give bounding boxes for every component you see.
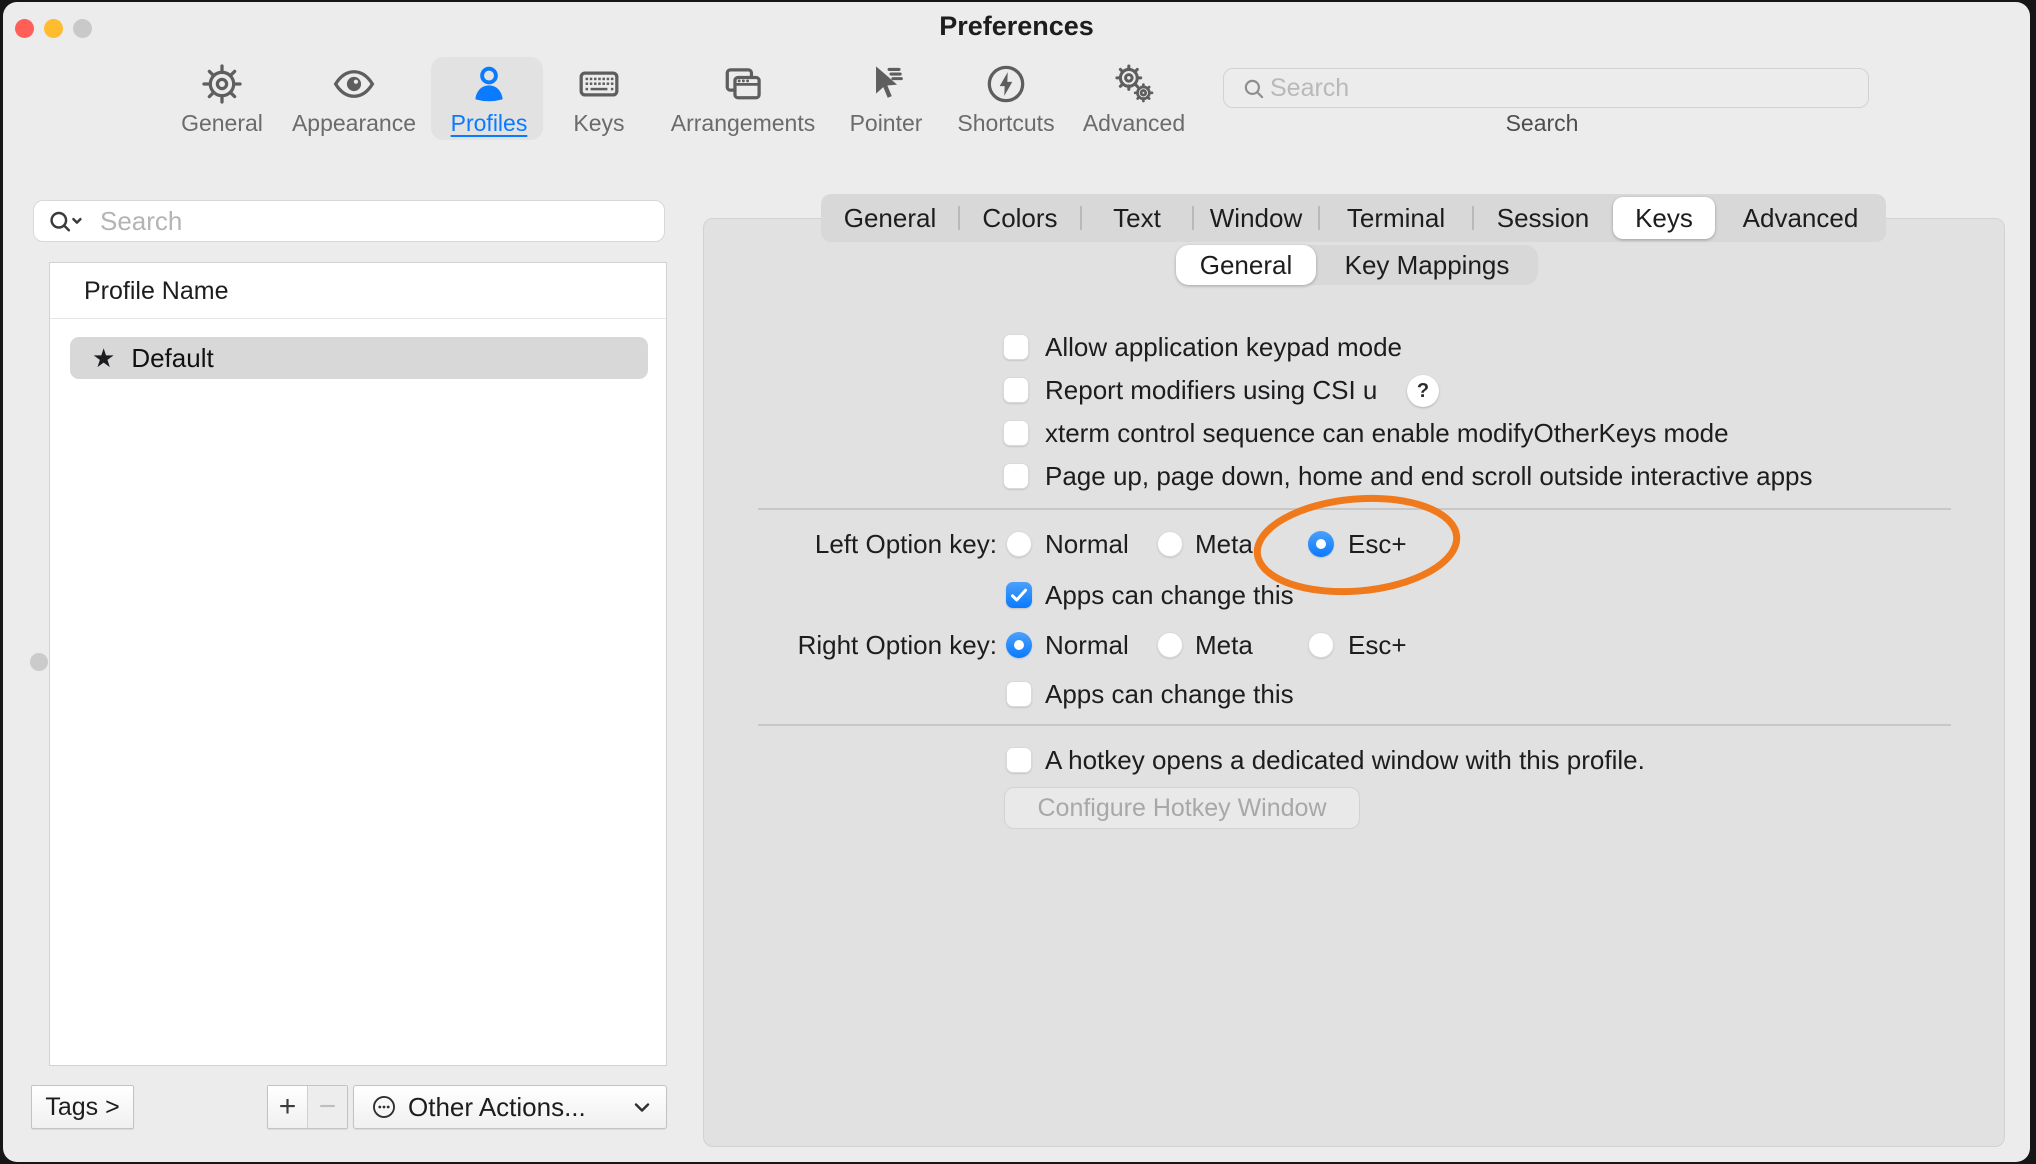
profile-list: Profile Name ★ Default	[49, 262, 667, 1066]
gears-icon	[1111, 60, 1157, 108]
add-profile-button[interactable]: +	[268, 1086, 307, 1128]
search-icon	[1241, 76, 1267, 102]
checkbox-label: Allow application keypad mode	[1045, 333, 1402, 361]
ellipsis-circle-icon	[370, 1093, 398, 1121]
radio-right-option-normal[interactable]	[1006, 632, 1032, 658]
checkbox-label: xterm control sequence can enable modify…	[1045, 419, 1729, 447]
tab-advanced[interactable]: Advanced	[1715, 194, 1886, 242]
radio-label: Esc+	[1348, 631, 1407, 659]
radio-label: Esc+	[1348, 530, 1407, 558]
checkbox-right-apps-can-change[interactable]	[1006, 681, 1032, 707]
subtab-general[interactable]: General	[1176, 245, 1316, 285]
person-icon	[466, 60, 512, 108]
left-option-key-label: Left Option key:	[703, 530, 997, 558]
checkbox-label: Page up, page down, home and end scroll …	[1045, 462, 1813, 490]
checkbox-allow-keypad-mode[interactable]	[1003, 334, 1029, 360]
radio-left-option-normal[interactable]	[1006, 531, 1032, 557]
checkbox-left-apps-can-change[interactable]	[1006, 582, 1032, 608]
toolbar-search-input[interactable]	[1223, 68, 1869, 108]
other-actions-dropdown[interactable]: Other Actions...	[353, 1085, 667, 1129]
configure-hotkey-window-button[interactable]: Configure Hotkey Window	[1004, 787, 1360, 829]
keyboard-icon	[574, 60, 624, 108]
keys-subtab-bar: General Key Mappings	[1176, 245, 1538, 285]
gear-icon	[199, 60, 245, 108]
checkbox-label: Apps can change this	[1045, 680, 1294, 708]
divider	[758, 508, 1951, 510]
radio-label: Meta	[1195, 530, 1253, 558]
profile-name: Default	[131, 343, 213, 374]
tags-button-label: Tags >	[45, 1093, 119, 1122]
checkbox-xterm-modifyotherkeys[interactable]	[1003, 420, 1029, 446]
splitter-handle[interactable]	[30, 653, 48, 671]
toolbar-label: Pointer	[850, 110, 923, 137]
divider	[50, 318, 666, 319]
toolbar-label: Arrangements	[671, 110, 815, 137]
configure-hotkey-window-label: Configure Hotkey Window	[1037, 794, 1326, 823]
tab-terminal[interactable]: Terminal	[1319, 194, 1473, 242]
tab-colors[interactable]: Colors	[959, 194, 1081, 242]
eye-icon	[330, 60, 378, 108]
remove-profile-button[interactable]: −	[307, 1086, 347, 1128]
radio-label: Normal	[1045, 530, 1129, 558]
radio-right-option-meta[interactable]	[1157, 632, 1183, 658]
toolbar-label: General	[181, 110, 263, 137]
toolbar-item-advanced[interactable]: Advanced	[1044, 60, 1224, 137]
subtab-key-mappings[interactable]: Key Mappings	[1316, 245, 1538, 285]
radio-label: Normal	[1045, 631, 1129, 659]
tags-button[interactable]: Tags >	[31, 1085, 134, 1129]
toolbar-search-caption: Search	[1442, 110, 1642, 137]
checkbox-report-csi-u[interactable]	[1003, 377, 1029, 403]
checkbox-label: Apps can change this	[1045, 581, 1294, 609]
tab-text[interactable]: Text	[1081, 194, 1193, 242]
windows-stack-icon	[720, 60, 766, 108]
right-option-key-label: Right Option key:	[703, 631, 997, 659]
profile-tab-bar: General Colors Text Window Terminal Sess…	[821, 194, 1886, 242]
tab-window[interactable]: Window	[1193, 194, 1319, 242]
help-button[interactable]: ?	[1407, 375, 1439, 407]
window-title: Preferences	[3, 11, 2030, 42]
lightning-circle-icon	[983, 60, 1029, 108]
radio-right-option-esc[interactable]	[1308, 632, 1334, 658]
radio-left-option-meta[interactable]	[1157, 531, 1183, 557]
checkbox-hotkey-window[interactable]	[1006, 747, 1032, 773]
tab-keys[interactable]: Keys	[1613, 197, 1715, 239]
tab-general[interactable]: General	[821, 194, 959, 242]
checkbox-label: A hotkey opens a dedicated window with t…	[1045, 746, 1645, 774]
checkmark-icon	[1006, 582, 1032, 608]
profile-row-default[interactable]: ★ Default	[70, 337, 648, 379]
screen: Preferences General Appearance Profil	[0, 0, 2036, 1164]
checkbox-label: Report modifiers using CSI u	[1045, 376, 1377, 404]
profile-list-header: Profile Name	[84, 277, 229, 306]
profile-search-input[interactable]	[33, 200, 665, 242]
toolbar-label: Shortcuts	[957, 110, 1054, 137]
radio-label: Meta	[1195, 631, 1253, 659]
search-menu-icon[interactable]	[47, 208, 87, 236]
toolbar-label: Advanced	[1083, 110, 1185, 137]
divider	[758, 724, 1951, 726]
chevron-down-icon	[632, 1101, 652, 1115]
preferences-window: Preferences General Appearance Profil	[3, 2, 2030, 1162]
toolbar-label: Keys	[573, 110, 624, 137]
other-actions-label: Other Actions...	[408, 1092, 586, 1123]
star-icon: ★	[92, 343, 115, 374]
radio-left-option-esc[interactable]	[1308, 531, 1334, 557]
tab-session[interactable]: Session	[1473, 194, 1613, 242]
checkbox-page-scroll-outside-apps[interactable]	[1003, 463, 1029, 489]
add-remove-group: + −	[267, 1085, 348, 1129]
toolbar-label: Appearance	[292, 110, 416, 137]
cursor-icon	[863, 60, 909, 108]
